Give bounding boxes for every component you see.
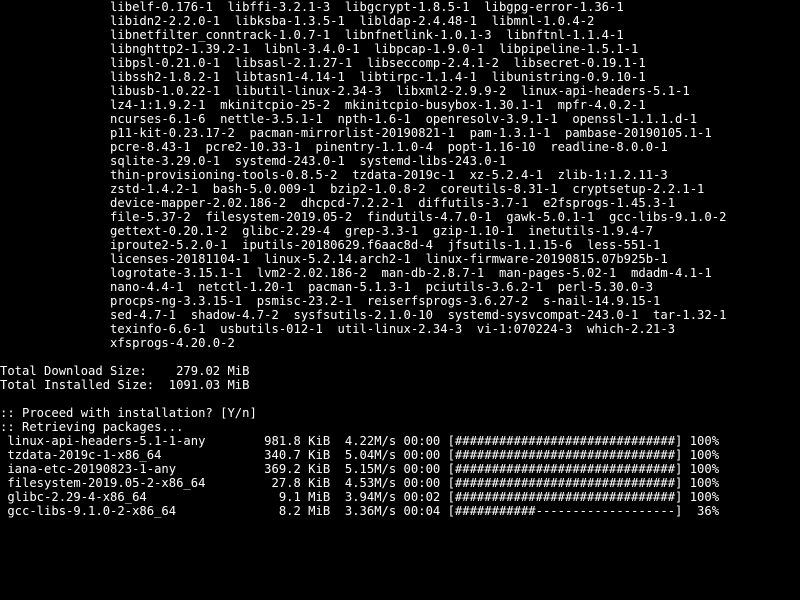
terminal-output: libelf-0.176-1 libffi-3.2.1-3 libgcrypt-… [0, 0, 800, 518]
